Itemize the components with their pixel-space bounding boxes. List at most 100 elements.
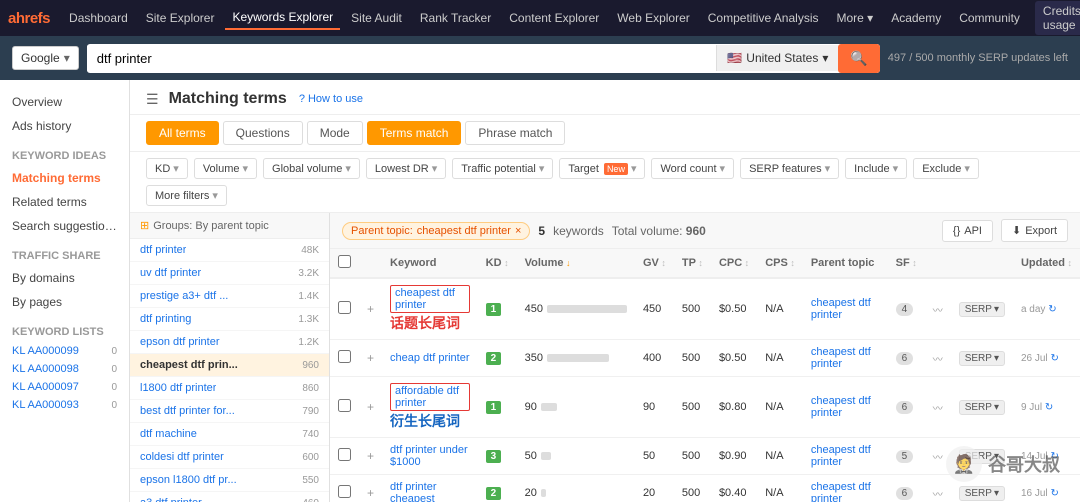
search-button[interactable]: 🔍 — [838, 44, 879, 73]
filter-global-volume[interactable]: Global volume — [263, 158, 360, 179]
group-item-3[interactable]: dtf printing1.3K — [130, 308, 329, 331]
group-item-6[interactable]: l1800 dtf printer860 — [130, 377, 329, 400]
col-updated[interactable]: Updated — [1013, 249, 1080, 278]
tab-mode[interactable]: Mode — [307, 121, 363, 145]
filter-more[interactable]: More filters — [146, 185, 227, 206]
filter-kd[interactable]: KD — [146, 158, 188, 179]
nav-site-explorer[interactable]: Site Explorer — [139, 7, 222, 29]
row-checkbox[interactable] — [338, 301, 351, 314]
keyword-link[interactable]: dtf printer cheapest — [390, 481, 436, 502]
parent-topic-link[interactable]: cheapest dtf printer — [811, 297, 871, 321]
sidebar-item-related-terms[interactable]: Related terms — [0, 190, 129, 214]
keyword-link[interactable]: affordable dtf printer — [390, 383, 470, 411]
country-selector[interactable]: 🇺🇸 United States — [716, 45, 838, 71]
refresh-icon[interactable]: ↻ — [1050, 353, 1058, 364]
sidebar-kw-list-2[interactable]: KL AA000097 0 — [0, 378, 129, 396]
nav-keywords-explorer[interactable]: Keywords Explorer — [225, 6, 340, 30]
group-item-9[interactable]: coldesi dtf printer600 — [130, 446, 329, 469]
sidebar-item-matching-terms[interactable]: Matching terms — [0, 166, 129, 190]
filter-target[interactable]: TargetNew — [559, 158, 645, 179]
tab-phrase-match[interactable]: Phrase match — [465, 121, 565, 145]
keyword-link[interactable]: cheap dtf printer — [390, 352, 470, 364]
nav-web-explorer[interactable]: Web Explorer — [610, 7, 696, 29]
nav-community[interactable]: Community — [952, 7, 1027, 29]
export-button[interactable]: ⬇ Export — [1001, 219, 1068, 242]
filter-word-count[interactable]: Word count — [651, 158, 734, 179]
parent-topic-link[interactable]: cheapest dtf printer — [811, 444, 871, 468]
credits-usage[interactable]: Credits usage — [1035, 1, 1080, 35]
tab-terms-match[interactable]: Terms match — [367, 121, 462, 145]
sidebar-kw-list-0[interactable]: KL AA000099 0 — [0, 342, 129, 360]
sidebar-item-ads-history[interactable]: Ads history — [0, 114, 129, 138]
group-item-0[interactable]: dtf printer48K — [130, 239, 329, 262]
sidebar-item-by-domains[interactable]: By domains — [0, 266, 129, 290]
col-volume[interactable]: Volume — [517, 249, 635, 278]
sidebar-item-search-suggestions[interactable]: Search suggestions — [0, 214, 129, 238]
filter-include[interactable]: Include — [845, 158, 907, 179]
col-cpc[interactable]: CPC — [711, 249, 757, 278]
group-item-7[interactable]: best dtf printer for...790 — [130, 400, 329, 423]
group-item-11[interactable]: a3 dtf printer460 — [130, 492, 329, 502]
how-to-use-link[interactable]: ? How to use — [299, 93, 363, 105]
add-row-icon[interactable]: + — [367, 486, 374, 500]
col-gv[interactable]: GV — [635, 249, 674, 278]
serp-dropdown[interactable]: SERP — [959, 400, 1005, 415]
filter-volume[interactable]: Volume — [194, 158, 257, 179]
col-cps[interactable]: CPS — [757, 249, 803, 278]
tab-questions[interactable]: Questions — [223, 121, 303, 145]
nav-more[interactable]: More — [829, 7, 880, 29]
row-checkbox[interactable] — [338, 448, 351, 461]
filter-serp-features[interactable]: SERP features — [740, 158, 839, 179]
group-item-1[interactable]: uv dtf printer3.2K — [130, 262, 329, 285]
filter-exclude[interactable]: Exclude — [913, 158, 979, 179]
keyword-search-input[interactable] — [87, 45, 717, 72]
row-checkbox[interactable] — [338, 399, 351, 412]
nav-site-audit[interactable]: Site Audit — [344, 7, 409, 29]
parent-topic-link[interactable]: cheapest dtf printer — [811, 346, 871, 370]
parent-topic-filter[interactable]: Parent topic: cheapest dtf printer — [342, 222, 530, 240]
serp-dropdown[interactable]: SERP — [959, 486, 1005, 501]
col-kd[interactable]: KD — [478, 249, 517, 278]
group-item-4[interactable]: epson dtf printer1.2K — [130, 331, 329, 354]
select-all-checkbox[interactable] — [338, 255, 351, 268]
add-row-icon[interactable]: + — [367, 449, 374, 463]
serp-dropdown[interactable]: SERP — [959, 351, 1005, 366]
nav-competitive-analysis[interactable]: Competitive Analysis — [701, 7, 826, 29]
sidebar-item-overview[interactable]: Overview — [0, 90, 129, 114]
row-checkbox[interactable] — [338, 350, 351, 363]
sidebar-item-by-pages[interactable]: By pages — [0, 290, 129, 314]
group-item-10[interactable]: epson l1800 dtf pr...550 — [130, 469, 329, 492]
hamburger-icon[interactable]: ☰ — [146, 91, 159, 108]
nav-academy[interactable]: Academy — [884, 7, 948, 29]
nav-dashboard[interactable]: Dashboard — [62, 7, 135, 29]
add-row-icon[interactable]: + — [367, 302, 374, 316]
total-volume: Total volume: 960 — [612, 224, 706, 238]
parent-topic-link[interactable]: cheapest dtf printer — [811, 481, 871, 502]
keyword-link[interactable]: cheapest dtf printer — [390, 285, 470, 313]
api-button[interactable]: {} API — [942, 220, 993, 242]
refresh-icon[interactable]: ↻ — [1045, 402, 1053, 413]
col-tp[interactable]: TP — [674, 249, 711, 278]
sidebar-kw-list-3[interactable]: KL AA000093 0 — [0, 396, 129, 414]
filter-lowest-dr[interactable]: Lowest DR — [366, 158, 446, 179]
watermark-text: 谷哥大叔 — [988, 451, 1060, 477]
row-checkbox[interactable] — [338, 485, 351, 498]
engine-selector[interactable]: Google — [12, 46, 79, 70]
add-row-icon[interactable]: + — [367, 351, 374, 365]
tab-all-terms[interactable]: All terms — [146, 121, 219, 145]
refresh-icon[interactable]: ↻ — [1050, 488, 1058, 499]
nav-rank-tracker[interactable]: Rank Tracker — [413, 7, 498, 29]
group-item-5[interactable]: cheapest dtf prin...960 — [130, 354, 329, 377]
add-row-icon[interactable]: + — [367, 400, 374, 414]
col-sf[interactable]: SF — [888, 249, 925, 278]
filter-traffic-potential[interactable]: Traffic potential — [452, 158, 553, 179]
parent-topic-link[interactable]: cheapest dtf printer — [811, 395, 871, 419]
serp-dropdown[interactable]: SERP — [959, 302, 1005, 317]
refresh-icon[interactable]: ↻ — [1048, 304, 1056, 315]
group-item-8[interactable]: dtf machine740 — [130, 423, 329, 446]
keyword-link[interactable]: dtf printer under $1000 — [390, 444, 468, 468]
sidebar-kw-list-1[interactable]: KL AA000098 0 — [0, 360, 129, 378]
group-item-2[interactable]: prestige a3+ dtf ...1.4K — [130, 285, 329, 308]
trend-cell: 〰 — [925, 340, 951, 377]
nav-content-explorer[interactable]: Content Explorer — [502, 7, 606, 29]
